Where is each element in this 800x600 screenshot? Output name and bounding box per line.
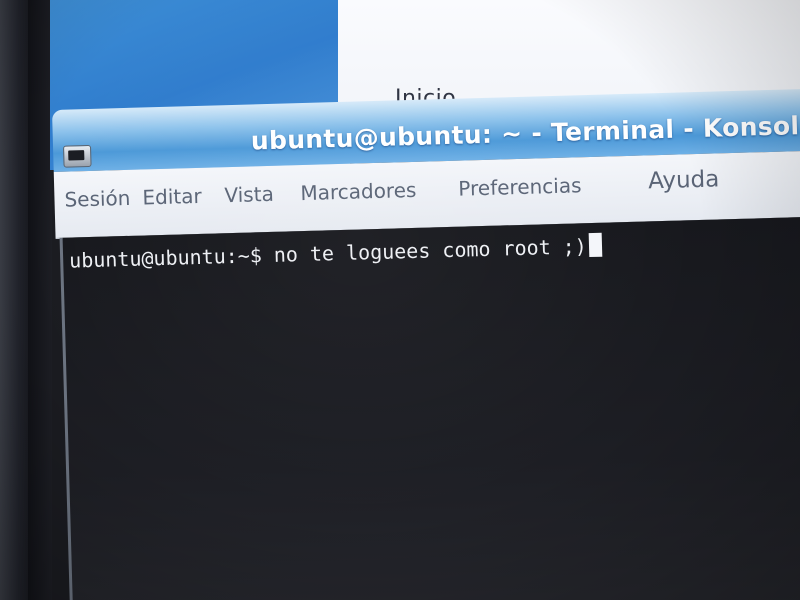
menu-ayuda[interactable]: Ayuda <box>648 166 720 194</box>
konsole-terminal-icon[interactable] <box>63 144 92 168</box>
typed-command: no te loguees como root ;) <box>261 234 588 268</box>
monitor-bezel-inner <box>28 0 52 600</box>
terminal-output[interactable]: ubuntu@ubuntu:~$ no te loguees como root… <box>59 215 800 600</box>
menu-editar[interactable]: Editar <box>142 184 202 210</box>
menu-sesion[interactable]: Sesión <box>64 186 131 212</box>
shell-prompt: ubuntu@ubuntu:~$ <box>68 243 263 273</box>
menu-preferencias[interactable]: Preferencias <box>458 173 582 200</box>
window-title: ubuntu@ubuntu: ~ - Terminal - Konsol <box>250 111 800 156</box>
screen: Inicio ubuntu@ubuntu: ~ - Terminal - Kon… <box>0 0 800 600</box>
menu-marcadores[interactable]: Marcadores <box>300 178 417 205</box>
command-line: ubuntu@ubuntu:~$ no te loguees como root… <box>68 232 603 273</box>
terminal-window[interactable]: ubuntu@ubuntu: ~ - Terminal - Konsol Ses… <box>52 87 800 600</box>
menu-vista[interactable]: Vista <box>224 182 274 207</box>
text-cursor <box>588 232 603 258</box>
